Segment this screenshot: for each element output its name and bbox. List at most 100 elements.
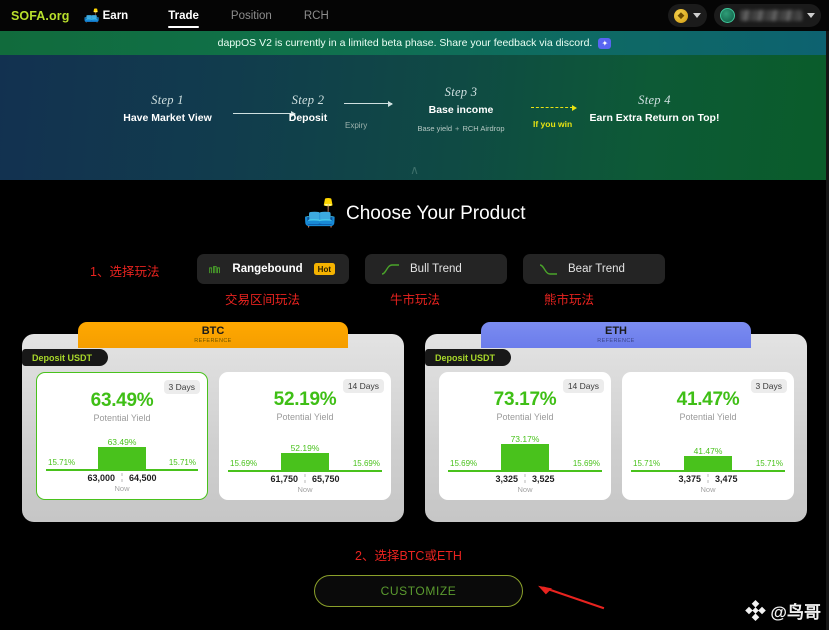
step-4: Step 4 Earn Extra Return on Top! bbox=[582, 93, 727, 124]
payoff-chart: 73.17% 15.69% 15.69% 3,325 3,525 Now bbox=[448, 434, 602, 494]
annotation-step-2: 2、选择BTC或ETH bbox=[355, 549, 462, 563]
rising-curve-icon bbox=[381, 263, 399, 275]
strike-low: 3,375 bbox=[678, 474, 701, 484]
right-yield-label: 15.71% bbox=[168, 458, 196, 467]
nav-right-controls: ◆ bbox=[668, 4, 821, 27]
btc-product-list: 3 Days 63.49% Potential Yield 63.49% 15.… bbox=[36, 372, 391, 500]
strike-high: 3,525 bbox=[532, 474, 555, 484]
annotation-bull: 牛市玩法 bbox=[390, 293, 441, 307]
now-divider bbox=[304, 474, 306, 483]
left-yield-label: 15.71% bbox=[633, 459, 661, 468]
deposit-badge-eth: Deposit USDT bbox=[425, 349, 512, 366]
step-3-number: Step 3 bbox=[444, 85, 478, 99]
page-title: Choose Your Product bbox=[346, 202, 526, 224]
couch-icon: 🛋️ bbox=[83, 8, 100, 23]
payoff-baseline bbox=[631, 469, 785, 472]
tenor-chip: 14 Days bbox=[342, 379, 384, 393]
yield-label: Potential Yield bbox=[679, 412, 737, 422]
now-label: Now bbox=[114, 484, 130, 493]
watermark-text: @鸟哥 bbox=[770, 603, 821, 622]
hero-steps-section: Step 1 Have Market View Step 2 Deposit E… bbox=[0, 55, 829, 180]
now-label: Now bbox=[700, 485, 716, 494]
if-you-win-label: If you win bbox=[533, 119, 573, 129]
discord-icon[interactable]: ✦ bbox=[598, 37, 612, 49]
product-title-row: 🛋️ Choose Your Product bbox=[0, 200, 829, 227]
tab-bear-trend[interactable]: Bear Trend bbox=[523, 254, 665, 284]
chain-selector-button[interactable]: ◆ bbox=[668, 4, 707, 27]
now-divider bbox=[121, 473, 123, 482]
customize-button[interactable]: CUSTOMIZE bbox=[314, 575, 523, 607]
annotation-arrow-icon bbox=[538, 585, 605, 610]
bnb-chain-icon: ◆ bbox=[674, 8, 688, 23]
nav-tab-trade[interactable]: Trade bbox=[152, 0, 215, 31]
tab-bear-trend-label: Bear Trend bbox=[568, 263, 625, 275]
customize-button-label: CUSTOMIZE bbox=[380, 584, 457, 598]
strike-low: 63,000 bbox=[87, 473, 115, 483]
product-card-btc-3d[interactable]: 3 Days 63.49% Potential Yield 63.49% 15.… bbox=[36, 372, 208, 500]
payoff-bar bbox=[501, 444, 549, 472]
chevron-up-icon[interactable]: ∧ bbox=[410, 164, 419, 176]
expiry-label: Expiry bbox=[345, 121, 368, 130]
right-yield-label: 15.71% bbox=[755, 459, 783, 468]
payoff-chart: 52.19% 15.69% 15.69% 61,750 65,750 Now bbox=[228, 438, 382, 494]
product-card-btc-14d[interactable]: 14 Days 52.19% Potential Yield 52.19% 15… bbox=[219, 372, 391, 500]
payoff-baseline bbox=[228, 469, 382, 472]
asset-tab-eth[interactable]: ETH REFERENCE bbox=[481, 322, 751, 348]
asset-tab-btc-name: BTC bbox=[201, 324, 225, 337]
payoff-chart: 41.47% 15.71% 15.71% 3,375 3,475 Now bbox=[631, 438, 785, 494]
strike-high: 64,500 bbox=[129, 473, 157, 483]
step-1-title: Have Market View bbox=[123, 112, 212, 124]
tab-bull-trend[interactable]: Bull Trend bbox=[365, 254, 507, 284]
peak-label: 73.17% bbox=[510, 434, 540, 444]
yield-label: Potential Yield bbox=[93, 413, 151, 423]
step-2: Step 2 Deposit bbox=[272, 93, 344, 124]
binance-logo-icon bbox=[745, 599, 767, 622]
eth-product-list: 14 Days 73.17% Potential Yield 73.17% 15… bbox=[439, 372, 794, 500]
annotation-bear: 熊市玩法 bbox=[544, 293, 595, 307]
square-pulse-icon bbox=[209, 265, 220, 273]
product-card-eth-3d[interactable]: 3 Days 41.47% Potential Yield 41.47% 15.… bbox=[622, 372, 794, 500]
wallet-address-redacted bbox=[740, 10, 802, 21]
step-3-title: Base income bbox=[428, 104, 494, 116]
step-3-rch-airdrop: RCH Airdrop bbox=[462, 124, 505, 133]
product-card-eth-14d[interactable]: 14 Days 73.17% Potential Yield 73.17% 15… bbox=[439, 372, 611, 500]
wallet-button[interactable] bbox=[714, 4, 821, 27]
payoff-bar bbox=[98, 447, 146, 471]
nav-tab-rch[interactable]: RCH bbox=[288, 0, 345, 31]
step-1-number: Step 1 bbox=[151, 93, 184, 107]
yield-label: Potential Yield bbox=[496, 412, 554, 422]
tenor-chip: 14 Days bbox=[562, 379, 604, 393]
chevron-down-icon bbox=[693, 13, 701, 18]
annotation-rangebound: 交易区间玩法 bbox=[225, 293, 301, 307]
nav-item-earn-label: Earn bbox=[102, 9, 129, 22]
now-label: Now bbox=[297, 485, 313, 494]
asset-tab-btc-reference: REFERENCE bbox=[194, 337, 232, 344]
nav-tab-position[interactable]: Position bbox=[215, 0, 288, 31]
strike-low: 61,750 bbox=[270, 474, 298, 484]
tenor-chip: 3 Days bbox=[163, 380, 200, 394]
hot-badge: Hot bbox=[313, 263, 335, 275]
step-3: Step 3 Base income Base yield + RCH Airdro… bbox=[406, 85, 516, 133]
asset-tab-btc[interactable]: BTC REFERENCE bbox=[78, 322, 348, 348]
now-divider bbox=[707, 474, 709, 483]
step-4-title: Earn Extra Return on Top! bbox=[589, 112, 720, 124]
peak-label: 52.19% bbox=[290, 443, 320, 453]
step-arrow-2 bbox=[344, 100, 393, 107]
deposit-badge-btc-label: Deposit USDT bbox=[32, 352, 93, 363]
left-yield-label: 15.71% bbox=[48, 458, 76, 467]
steps-track: Step 1 Have Market View Step 2 Deposit E… bbox=[0, 55, 829, 180]
left-yield-label: 15.69% bbox=[450, 459, 478, 468]
strike-low: 3,325 bbox=[495, 474, 518, 484]
step-2-number: Step 2 bbox=[291, 93, 325, 107]
brand-logo[interactable]: SOFA.org bbox=[11, 9, 69, 23]
strike-high: 65,750 bbox=[312, 474, 340, 484]
now-label: Now bbox=[517, 485, 533, 494]
nav-item-earn[interactable]: 🛋️ Earn bbox=[83, 9, 128, 22]
asset-card-eth: ETH REFERENCE Deposit USDT 14 Days 73.17… bbox=[425, 322, 807, 522]
tab-rangebound[interactable]: Rangebound Hot bbox=[197, 254, 349, 284]
tab-rangebound-label: Rangebound bbox=[232, 263, 303, 275]
asset-card-btc: BTC REFERENCE Deposit USDT 3 Days 63.49%… bbox=[22, 322, 404, 522]
app-root: SOFA.org 🛋️ Earn Trade Position RCH ◆ da… bbox=[0, 0, 829, 630]
right-yield-label: 15.69% bbox=[572, 459, 600, 468]
tab-bull-trend-label: Bull Trend bbox=[410, 263, 462, 275]
